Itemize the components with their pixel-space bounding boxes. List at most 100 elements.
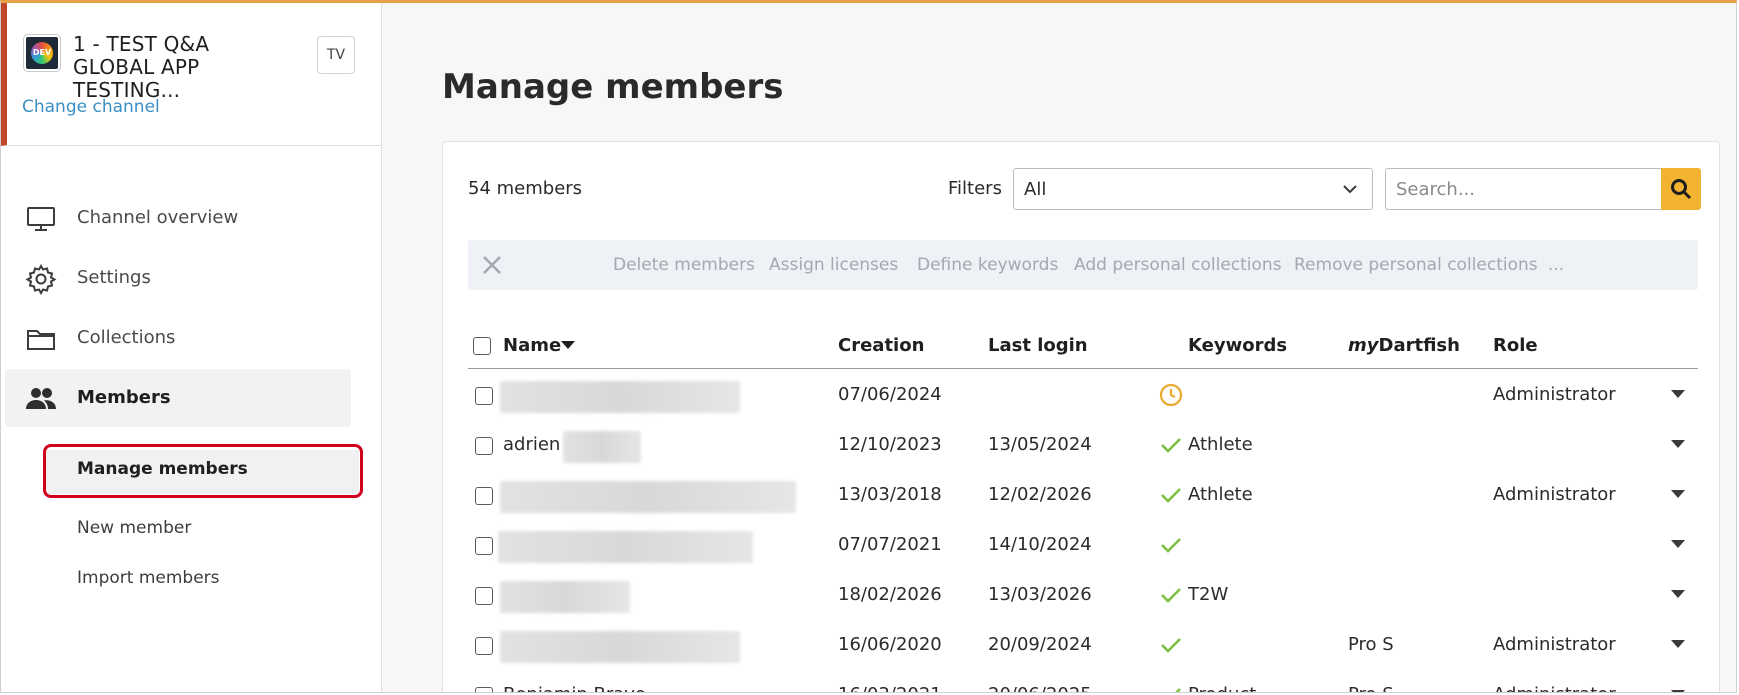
row-checkbox[interactable] xyxy=(475,487,493,505)
row-menu-caret-icon[interactable] xyxy=(1671,640,1685,648)
redacted-name xyxy=(498,531,753,563)
member-name[interactable]: adrien xyxy=(503,434,560,455)
check-icon xyxy=(1161,438,1181,453)
page-title: Manage members xyxy=(442,67,784,107)
gear-icon xyxy=(25,263,57,295)
nav-label: Collections xyxy=(77,327,176,348)
filter-dropdown[interactable]: All xyxy=(1013,168,1373,210)
keywords: Product xyxy=(1188,684,1256,692)
column-header-role: Role xyxy=(1493,335,1538,356)
close-icon[interactable] xyxy=(480,253,504,277)
channel-header: DEV 1 - TEST Q&A GLOBAL APP TESTING... T… xyxy=(1,3,381,146)
creation-date: 16/03/2021 xyxy=(838,684,942,692)
column-header-name[interactable]: Name xyxy=(503,335,561,356)
row-menu-caret-icon[interactable] xyxy=(1671,540,1685,548)
role: Administrator xyxy=(1493,684,1616,692)
add-personal-collections-action[interactable]: Add personal collections xyxy=(1074,255,1282,275)
channel-logo: DEV xyxy=(24,35,60,71)
channel-name: 1 - TEST Q&A GLOBAL APP TESTING... xyxy=(73,32,210,102)
creation-date: 18/02/2026 xyxy=(838,584,942,605)
creation-date: 16/06/2020 xyxy=(838,634,942,655)
more-actions-button[interactable]: ... xyxy=(1548,255,1564,275)
last-login-date: 20/09/2024 xyxy=(988,634,1092,655)
users-icon xyxy=(26,388,56,409)
row-menu-caret-icon[interactable] xyxy=(1671,590,1685,598)
row-checkbox[interactable] xyxy=(475,537,493,555)
define-keywords-action[interactable]: Define keywords xyxy=(917,255,1058,275)
redacted-name xyxy=(500,381,740,413)
row-checkbox[interactable] xyxy=(475,637,493,655)
table-row[interactable]: Benjamin Bravo 16/03/2021 20/06/2025 Pro… xyxy=(468,670,1698,692)
monitor-icon xyxy=(27,207,55,231)
last-login-date: 14/10/2024 xyxy=(988,534,1092,555)
remove-personal-collections-action[interactable]: Remove personal collections xyxy=(1294,255,1538,275)
last-login-date: 13/05/2024 xyxy=(988,434,1092,455)
chevron-down-icon xyxy=(1343,185,1357,194)
column-header-mydartfish: myDartfish xyxy=(1348,335,1460,356)
nav-item-settings[interactable]: Settings xyxy=(5,249,351,307)
row-menu-caret-icon[interactable] xyxy=(1671,440,1685,448)
sub-nav-label: Import members xyxy=(77,568,220,588)
check-icon xyxy=(1161,638,1181,653)
members-card: 54 members Filters All Delete members As… xyxy=(442,141,1720,692)
nav-item-members[interactable]: Members xyxy=(5,369,351,427)
last-login-date: 13/03/2026 xyxy=(988,584,1092,605)
sort-desc-icon[interactable] xyxy=(561,341,575,349)
check-icon xyxy=(1161,538,1181,553)
table-row[interactable]: 16/06/2020 20/09/2024 Pro S Administrato… xyxy=(468,620,1698,670)
check-icon xyxy=(1161,488,1181,503)
creation-date: 07/06/2024 xyxy=(838,384,942,405)
creation-date: 07/07/2021 xyxy=(838,534,942,555)
redacted-name xyxy=(500,631,740,663)
clock-icon xyxy=(1159,383,1183,407)
app-window: DEV 1 - TEST Q&A GLOBAL APP TESTING... T… xyxy=(0,0,1737,693)
nav-label: Settings xyxy=(77,267,151,288)
role: Administrator xyxy=(1493,484,1616,505)
table-row[interactable]: 07/06/2024 Administrator xyxy=(468,370,1698,420)
select-all-checkbox[interactable] xyxy=(473,337,491,355)
search-icon xyxy=(1671,179,1692,200)
assign-licenses-action[interactable]: Assign licenses xyxy=(769,255,898,275)
search-button[interactable] xyxy=(1661,168,1701,210)
table-row[interactable]: adrien 12/10/2023 13/05/2024 Athlete xyxy=(468,420,1698,470)
folder-icon xyxy=(27,330,55,350)
mydartfish-license: Pro S xyxy=(1348,634,1394,655)
column-header-last-login: Last login xyxy=(988,335,1088,356)
row-checkbox[interactable] xyxy=(475,437,493,455)
search-input[interactable] xyxy=(1385,168,1661,210)
row-checkbox[interactable] xyxy=(475,687,493,692)
row-checkbox[interactable] xyxy=(475,387,493,405)
row-menu-caret-icon[interactable] xyxy=(1671,390,1685,398)
sidebar: DEV 1 - TEST Q&A GLOBAL APP TESTING... T… xyxy=(1,3,382,692)
nav-label: Members xyxy=(77,387,171,408)
creation-date: 13/03/2018 xyxy=(838,484,942,505)
delete-members-action[interactable]: Delete members xyxy=(613,255,755,275)
row-menu-caret-icon[interactable] xyxy=(1671,690,1685,692)
filter-value: All xyxy=(1024,179,1047,200)
keywords: Athlete xyxy=(1188,484,1253,505)
mydartfish-license: Pro S xyxy=(1348,684,1394,692)
table-row[interactable]: 18/02/2026 13/03/2026 T2W xyxy=(468,570,1698,620)
sub-nav-new-member[interactable]: New member xyxy=(41,505,361,553)
redacted-name xyxy=(500,581,630,613)
last-login-date: 20/06/2025 xyxy=(988,684,1092,692)
nav-item-collections[interactable]: Collections xyxy=(5,309,351,367)
sub-nav-import-members[interactable]: Import members xyxy=(41,555,361,603)
change-channel-link[interactable]: Change channel xyxy=(22,97,160,117)
check-icon xyxy=(1161,588,1181,603)
table-row[interactable]: 13/03/2018 12/02/2026 Athlete Administra… xyxy=(468,470,1698,520)
row-checkbox[interactable] xyxy=(475,587,493,605)
nav-label: Channel overview xyxy=(77,207,239,228)
member-name[interactable]: Benjamin Bravo xyxy=(503,684,646,692)
column-header-keywords: Keywords xyxy=(1188,335,1288,356)
creation-date: 12/10/2023 xyxy=(838,434,942,455)
table-row[interactable]: 07/07/2021 14/10/2024 xyxy=(468,520,1698,570)
nav-item-channel-overview[interactable]: Channel overview xyxy=(5,189,351,247)
row-menu-caret-icon[interactable] xyxy=(1671,490,1685,498)
highlight-callout xyxy=(43,444,363,498)
logo-text: DEV xyxy=(32,48,52,57)
sub-nav-label: New member xyxy=(77,518,192,538)
keywords: T2W xyxy=(1188,584,1229,605)
keywords: Athlete xyxy=(1188,434,1253,455)
mydartfish-suffix: Dartfish xyxy=(1378,335,1460,356)
